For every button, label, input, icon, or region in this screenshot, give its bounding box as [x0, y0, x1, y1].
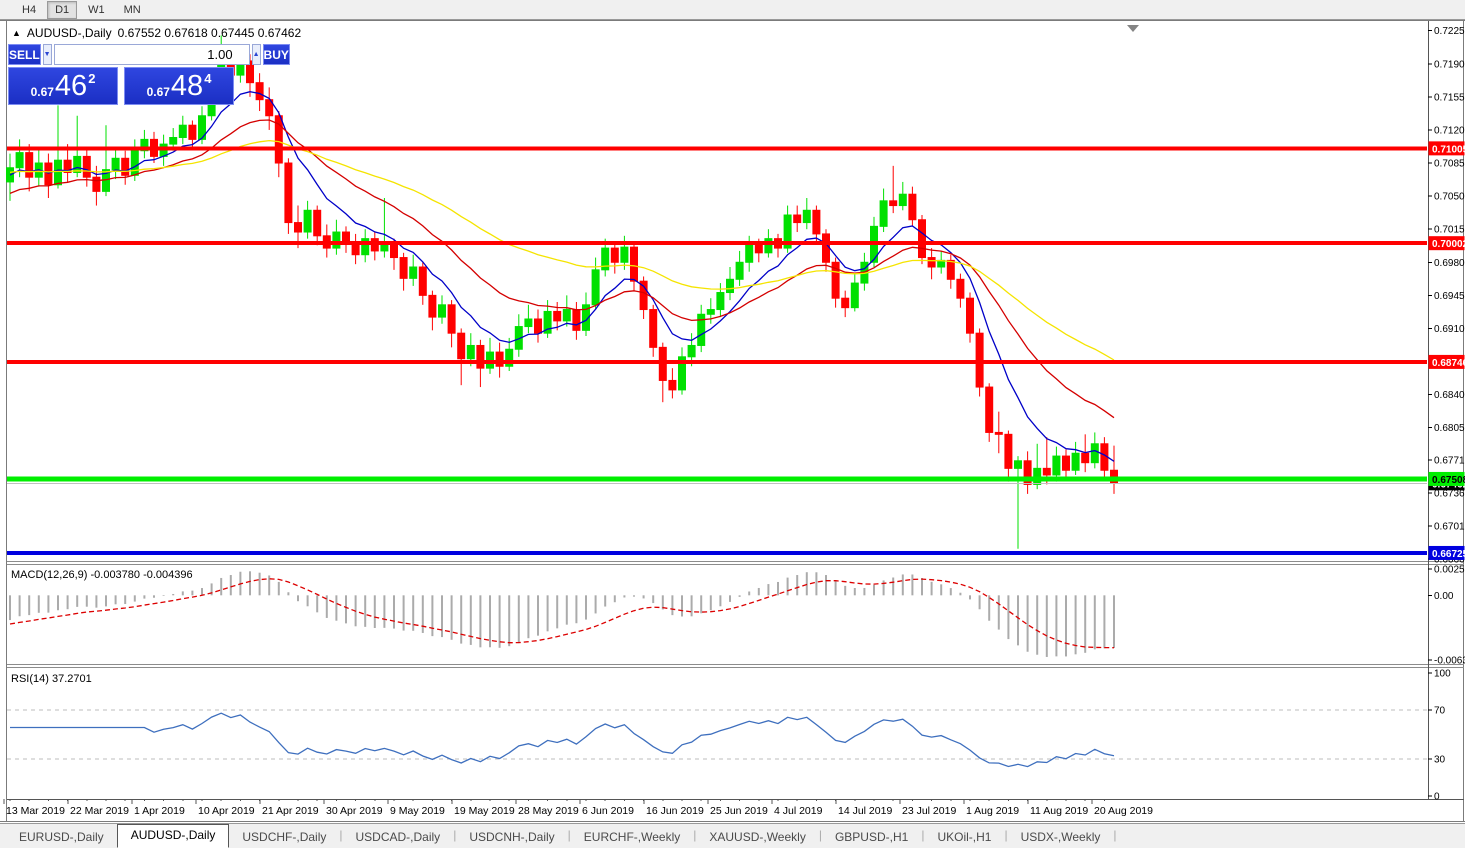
svg-text:0.70500: 0.70500 [1434, 192, 1465, 203]
svg-text:0.00: 0.00 [1434, 591, 1454, 602]
svg-text:0.70150: 0.70150 [1434, 225, 1465, 236]
buy-button[interactable]: BUY [262, 44, 290, 65]
chart-canvas[interactable]: 0.72250 0.71900 0.71550 0.71200 0.70850 0.705… [0, 0, 1465, 848]
svg-text:20 Aug 2019: 20 Aug 2019 [1094, 805, 1153, 817]
svg-text:30 Apr 2019: 30 Apr 2019 [326, 805, 383, 817]
macd-values: -0.003780 -0.004396 [90, 569, 193, 581]
volume-decrease-button[interactable]: ▼ [42, 44, 52, 65]
chart-tab-usdcad-daily[interactable]: USDCAD-,Daily [343, 827, 454, 848]
chart-tab-eurchf-weekly[interactable]: EURCHF-,Weekly [571, 827, 693, 848]
chart-tab-usdx-weekly[interactable]: USDX-,Weekly [1008, 827, 1114, 848]
svg-text:0.67508: 0.67508 [1432, 475, 1465, 486]
svg-text:19 May 2019: 19 May 2019 [454, 805, 515, 817]
tab-separator: | [1113, 828, 1117, 842]
svg-text:0.68746: 0.68746 [1432, 358, 1465, 369]
svg-text:0.71200: 0.71200 [1434, 125, 1465, 136]
svg-text:4 Jul 2019: 4 Jul 2019 [774, 805, 823, 817]
svg-text:1 Aug 2019: 1 Aug 2019 [966, 805, 1019, 817]
svg-text:70: 70 [1434, 705, 1446, 716]
svg-text:0.69100: 0.69100 [1434, 324, 1465, 335]
svg-text:100: 100 [1434, 669, 1451, 680]
chart-tab-xauusd-weekly[interactable]: XAUUSD-,Weekly [696, 827, 818, 848]
svg-text:25 Jun 2019: 25 Jun 2019 [710, 805, 768, 817]
one-click-trade-panel: SELL ▼ ▲ BUY 0.67 46 2 0.67 48 4 [8, 44, 290, 105]
chart-tab-bar: EURUSD-,Daily AUDUSD-,Daily USDCHF-,Daily |… [0, 823, 1465, 848]
chart-title: ▲ AUDUSD-,Daily 0.67552 0.67618 0.67445 … [12, 26, 301, 40]
svg-text:0.66725: 0.66725 [1432, 549, 1465, 560]
svg-text:0.68050: 0.68050 [1434, 423, 1465, 434]
svg-text:0.72250: 0.72250 [1434, 26, 1465, 37]
chart-tab-eurusd-daily[interactable]: EURUSD-,Daily [6, 827, 117, 848]
svg-text:11 Aug 2019: 11 Aug 2019 [1030, 805, 1088, 817]
macd-label: MACD(12,26,9) -0.003780 -0.004396 [11, 569, 193, 581]
chart-tab-usdcnh-daily[interactable]: USDCNH-,Daily [456, 827, 567, 848]
buy-price-button[interactable]: 0.67 48 4 [124, 67, 234, 105]
chart-ohlc-values: 0.67552 0.67618 0.67445 0.67462 [117, 26, 302, 40]
svg-text:23 Jul 2019: 23 Jul 2019 [902, 805, 956, 817]
sell-price-prefix: 0.67 [30, 85, 54, 99]
svg-text:-0.006326: -0.006326 [1434, 656, 1465, 667]
collapse-triangle-icon[interactable]: ▲ [12, 28, 21, 38]
volume-increase-button[interactable]: ▲ [251, 44, 261, 65]
svg-text:1 Apr 2019: 1 Apr 2019 [134, 805, 185, 817]
chart-symbol-label: AUDUSD-,Daily [26, 26, 112, 40]
chart-tab-ukoil-h1[interactable]: UKOil-,H1 [924, 827, 1004, 848]
volume-input[interactable] [53, 44, 250, 65]
buy-price-prefix: 0.67 [146, 85, 170, 99]
rsi-value: 37.2701 [51, 673, 92, 685]
buy-price-pip: 4 [204, 71, 212, 86]
chart-tab-usdchf-daily[interactable]: USDCHF-,Daily [229, 827, 339, 848]
svg-text:10 Apr 2019: 10 Apr 2019 [198, 805, 255, 817]
svg-text:28 May 2019: 28 May 2019 [518, 805, 579, 817]
svg-text:0.68400: 0.68400 [1434, 390, 1465, 401]
svg-text:0.002574: 0.002574 [1434, 565, 1465, 576]
svg-text:13 Mar 2019: 13 Mar 2019 [6, 805, 65, 817]
svg-text:0.71550: 0.71550 [1434, 92, 1465, 103]
svg-text:0.71005: 0.71005 [1432, 144, 1465, 155]
sell-price-main: 46 [54, 70, 88, 102]
svg-text:30: 30 [1434, 755, 1446, 766]
svg-text:14 Jul 2019: 14 Jul 2019 [838, 805, 892, 817]
chevron-down-icon: ▼ [43, 51, 51, 58]
rsi-label: RSI(14) 37.2701 [11, 673, 92, 685]
svg-text:0.70850: 0.70850 [1434, 159, 1465, 170]
svg-text:0.69450: 0.69450 [1434, 291, 1465, 302]
svg-text:22 Mar 2019: 22 Mar 2019 [70, 805, 129, 817]
svg-text:0.69800: 0.69800 [1434, 258, 1465, 269]
svg-text:0.70002: 0.70002 [1432, 239, 1465, 250]
svg-text:0.67010: 0.67010 [1434, 522, 1465, 533]
buy-price-main: 48 [170, 70, 204, 102]
svg-text:0: 0 [1434, 792, 1440, 803]
chart-tab-audusd-daily[interactable]: AUDUSD-,Daily [116, 824, 230, 848]
svg-text:6 Jun 2019: 6 Jun 2019 [582, 805, 634, 817]
svg-text:16 Jun 2019: 16 Jun 2019 [646, 805, 704, 817]
svg-text:9 May 2019: 9 May 2019 [390, 805, 445, 817]
chevron-up-icon: ▲ [252, 51, 260, 58]
sell-button[interactable]: SELL [8, 44, 41, 65]
svg-text:21 Apr 2019: 21 Apr 2019 [262, 805, 319, 817]
sell-price-button[interactable]: 0.67 46 2 [8, 67, 118, 105]
svg-text:0.67710: 0.67710 [1434, 455, 1465, 466]
sell-price-pip: 2 [88, 71, 96, 86]
svg-text:0.71900: 0.71900 [1434, 59, 1465, 70]
chart-tab-gbpusd-h1[interactable]: GBPUSD-,H1 [822, 827, 921, 848]
